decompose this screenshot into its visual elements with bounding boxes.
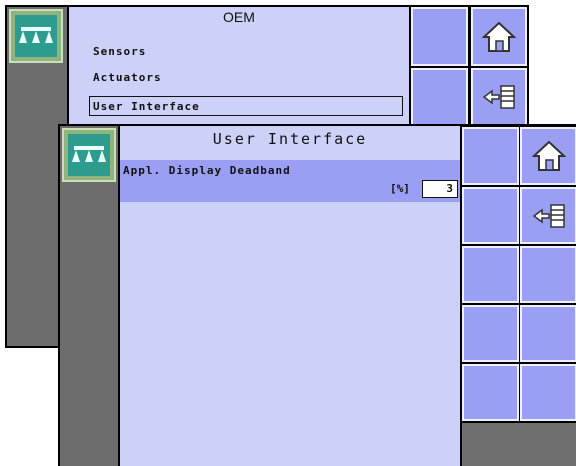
setting-label: Appl. Display Deadband — [123, 164, 291, 177]
boom-spray-glyph — [19, 27, 53, 43]
user-interface-screen: User Interface Appl. Display Deadband [%… — [58, 124, 576, 466]
oem-title: OEM — [223, 9, 255, 25]
soft-button-f3[interactable] — [462, 246, 519, 303]
back-menu-icon-front — [532, 203, 565, 228]
soft-button-f5[interactable] — [462, 305, 519, 362]
home-icon — [482, 21, 516, 52]
soft-button-2[interactable] — [411, 68, 468, 126]
page-title: User Interface — [212, 130, 368, 148]
boom-spray-glyph-front — [72, 146, 106, 162]
boom-spray-icon-front[interactable] — [62, 128, 116, 182]
user-interface-panel: User Interface Appl. Display Deadband [%… — [120, 126, 460, 466]
back-menu-button[interactable] — [471, 68, 527, 126]
home-button-front[interactable] — [520, 127, 576, 185]
menu-item-user-interface-label: User Interface — [93, 100, 200, 113]
menu-item-sensors[interactable]: Sensors — [93, 45, 146, 58]
soft-button-empty-front — [462, 423, 576, 466]
setting-unit: [%] — [390, 182, 410, 195]
soft-button-1[interactable] — [411, 7, 468, 66]
soft-button-f1[interactable] — [462, 127, 519, 185]
menu-item-actuators[interactable]: Actuators — [93, 71, 162, 84]
boom-spray-icon[interactable] — [9, 9, 63, 63]
soft-button-f8[interactable] — [520, 364, 576, 421]
deadband-value-field[interactable]: 3 — [422, 180, 458, 198]
setting-row-deadband[interactable]: Appl. Display Deadband [%] 3 — [120, 160, 460, 202]
menu-item-user-interface[interactable]: User Interface — [89, 96, 403, 116]
back-menu-button-front[interactable] — [520, 187, 576, 244]
soft-button-f4[interactable] — [520, 246, 576, 303]
home-button[interactable] — [471, 7, 527, 66]
soft-button-f2[interactable] — [462, 187, 519, 244]
back-menu-icon — [482, 85, 515, 109]
soft-button-f6[interactable] — [520, 305, 576, 362]
soft-button-f7[interactable] — [462, 364, 519, 421]
home-icon-front — [531, 140, 566, 171]
